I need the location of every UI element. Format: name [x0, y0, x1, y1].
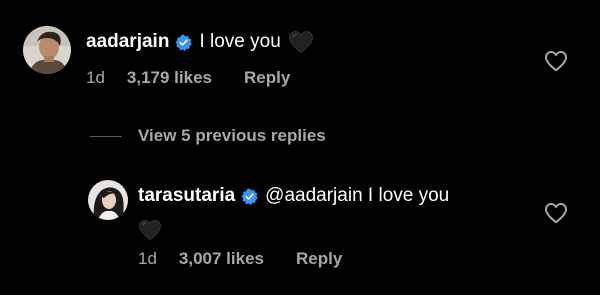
verified-badge-icon	[175, 33, 193, 51]
view-replies-label: View 5 previous replies	[138, 126, 326, 145]
reply-button[interactable]: Reply	[296, 249, 342, 269]
reply-likes-count[interactable]: 3,007 likes	[179, 249, 264, 269]
reply-username[interactable]: tarasutaria	[138, 184, 235, 208]
reply-timestamp: 1d	[138, 249, 157, 268]
heart-outline-icon[interactable]	[544, 50, 568, 72]
comment-line: aadarjain I love you	[86, 30, 314, 54]
comment-text: I love you	[199, 31, 281, 52]
reply-text: @aadarjain I love you	[265, 185, 450, 206]
reply-button[interactable]: Reply	[244, 68, 290, 88]
reply-meta: 1d 3,007 likes Reply	[138, 249, 342, 269]
black-heart-icon	[138, 219, 162, 243]
comment-likes-count[interactable]: 3,179 likes	[127, 68, 212, 88]
comment-timestamp: 1d	[86, 68, 105, 87]
reply-line: tarasutaria @aadarjain I love you	[138, 184, 449, 208]
verified-badge-icon	[241, 187, 258, 205]
avatar[interactable]	[88, 180, 128, 220]
view-previous-replies-button[interactable]: View 5 previous replies	[90, 126, 326, 146]
black-heart-icon	[288, 30, 314, 54]
comment-username[interactable]: aadarjain	[86, 30, 169, 54]
replies-divider	[90, 135, 122, 137]
avatar[interactable]	[23, 26, 71, 74]
comment-meta: 1d 3,179 likes Reply	[86, 68, 290, 88]
heart-outline-icon[interactable]	[544, 202, 568, 224]
